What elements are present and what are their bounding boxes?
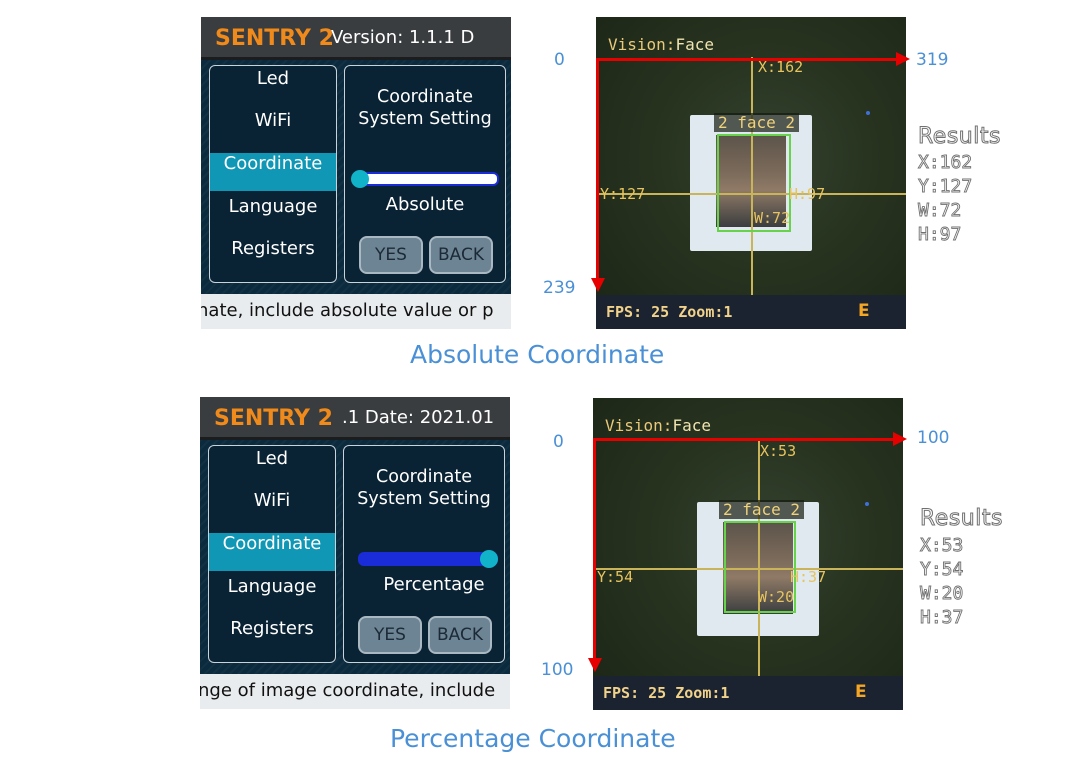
x-axis-arrowhead xyxy=(896,52,910,66)
y-axis-arrow xyxy=(596,58,599,280)
setting-title-line2: System Setting xyxy=(357,489,491,509)
axis-origin-label: 0 xyxy=(554,50,565,70)
axis-origin-label: 0 xyxy=(553,432,564,452)
camera-status-bar: FPS: 25 Zoom:1 E xyxy=(596,295,906,329)
y-readout: Y:127 xyxy=(600,185,646,203)
settings-menu: Led WiFi Coordinate Language Registers xyxy=(208,445,336,663)
status-e-label: E xyxy=(855,682,867,702)
yes-button[interactable]: YES xyxy=(359,236,423,274)
device-header: SENTRY 2 Version: 1.1.1 D xyxy=(201,17,511,60)
sentry-menu-screen: SENTRY 2 .1 Date: 2021.01 Led WiFi Coord… xyxy=(200,397,510,709)
face-label: 2 face 2 xyxy=(714,113,800,132)
y-axis-max-label: 239 xyxy=(543,278,576,298)
setting-title: Coordinate System Setting xyxy=(344,466,504,510)
w-readout: W:20 xyxy=(758,588,795,606)
header-scroll-text: .1 Date: 2021.01 xyxy=(342,407,495,428)
coordinate-setting-panel: Coordinate System Setting Percentage YES… xyxy=(343,445,505,663)
status-e-label: E xyxy=(858,301,870,321)
camera-view: Vision:Face 2 face 2 X:53 Y:54 W:20 H:37… xyxy=(593,398,903,710)
camera-view: Vision:Face 2 face 2 X:162 Y:127 W:72 H:… xyxy=(596,17,906,329)
vision-mode-label: Vision:Face xyxy=(608,35,714,54)
setting-title-line2: System Setting xyxy=(358,109,492,129)
results-title: Results xyxy=(918,124,1001,150)
x-readout: X:53 xyxy=(760,442,797,460)
x-axis-max-label: 100 xyxy=(917,428,950,448)
fps-zoom-text: FPS: 25 Zoom:1 xyxy=(603,684,730,702)
menu-item-registers[interactable]: Registers xyxy=(209,618,335,656)
camera-status-bar: FPS: 25 Zoom:1 E xyxy=(593,676,903,710)
h-readout: H:97 xyxy=(789,185,826,203)
menu-item-registers[interactable]: Registers xyxy=(210,238,336,276)
result-h: H:97 xyxy=(918,224,962,246)
header-scroll-text: Version: 1.1.1 D xyxy=(331,27,475,48)
y-axis-max-label: 100 xyxy=(541,660,574,680)
brand-logo: SENTRY 2 xyxy=(215,26,334,51)
coordinate-mode-label: Absolute xyxy=(385,194,465,215)
brand-logo: SENTRY 2 xyxy=(214,406,333,431)
y-axis-arrowhead xyxy=(588,658,602,672)
setting-title: Coordinate System Setting xyxy=(345,86,505,130)
menu-item-led[interactable]: Led xyxy=(209,448,335,486)
coordinate-mode-slider[interactable] xyxy=(358,552,498,566)
result-x: X:162 xyxy=(918,152,973,174)
settings-menu: Led WiFi Coordinate Language Registers xyxy=(209,65,337,283)
setting-title-line1: Coordinate xyxy=(377,87,473,107)
back-button[interactable]: BACK xyxy=(428,616,492,654)
ticker-text: nge of image coordinate, include xyxy=(200,680,496,701)
menu-item-led[interactable]: Led xyxy=(210,68,336,106)
vision-mode-label: Vision:Face xyxy=(605,416,711,435)
menu-item-language[interactable]: Language xyxy=(209,576,335,614)
yes-button[interactable]: YES xyxy=(358,616,422,654)
menu-item-wifi[interactable]: WiFi xyxy=(209,490,335,528)
menu-item-coordinate[interactable]: Coordinate xyxy=(210,153,336,191)
x-axis-max-label: 319 xyxy=(916,50,949,70)
description-ticker: nate, include absolute value or p xyxy=(201,294,511,329)
indicator-dot xyxy=(865,502,869,506)
menu-item-language[interactable]: Language xyxy=(210,196,336,234)
coordinate-setting-panel: Coordinate System Setting Absolute YES B… xyxy=(344,65,506,283)
menu-item-wifi[interactable]: WiFi xyxy=(210,110,336,148)
result-x: X:53 xyxy=(920,535,964,557)
w-readout: W:72 xyxy=(754,209,791,227)
indicator-dot xyxy=(866,111,870,115)
y-axis-arrow xyxy=(593,438,596,660)
x-axis-arrow xyxy=(596,58,898,61)
face-label: 2 face 2 xyxy=(719,500,805,519)
ticker-text: nate, include absolute value or p xyxy=(201,300,494,321)
slider-knob[interactable] xyxy=(480,550,498,568)
result-w: W:20 xyxy=(920,583,964,605)
result-w: W:72 xyxy=(918,200,962,222)
coordinate-mode-slider[interactable] xyxy=(359,172,499,186)
section-caption: Absolute Coordinate xyxy=(410,340,665,369)
y-readout: Y:54 xyxy=(597,568,634,586)
fps-zoom-text: FPS: 25 Zoom:1 xyxy=(606,303,733,321)
menu-item-coordinate[interactable]: Coordinate xyxy=(209,533,335,571)
coordinate-mode-label: Percentage xyxy=(383,574,485,595)
section-caption: Percentage Coordinate xyxy=(390,724,676,753)
back-button[interactable]: BACK xyxy=(429,236,493,274)
y-axis-arrowhead xyxy=(591,278,605,292)
x-axis-arrowhead xyxy=(893,432,907,446)
slider-knob[interactable] xyxy=(351,170,369,188)
device-header: SENTRY 2 .1 Date: 2021.01 xyxy=(200,397,510,440)
result-y: Y:54 xyxy=(920,559,964,581)
result-h: H:37 xyxy=(920,607,964,629)
setting-title-line1: Coordinate xyxy=(376,467,472,487)
x-axis-arrow xyxy=(593,438,895,441)
h-readout: H:37 xyxy=(790,568,827,586)
results-title: Results xyxy=(920,506,1003,532)
sentry-menu-screen: SENTRY 2 Version: 1.1.1 D Led WiFi Coord… xyxy=(201,17,511,329)
description-ticker: nge of image coordinate, include xyxy=(200,674,510,709)
result-y: Y:127 xyxy=(918,176,973,198)
